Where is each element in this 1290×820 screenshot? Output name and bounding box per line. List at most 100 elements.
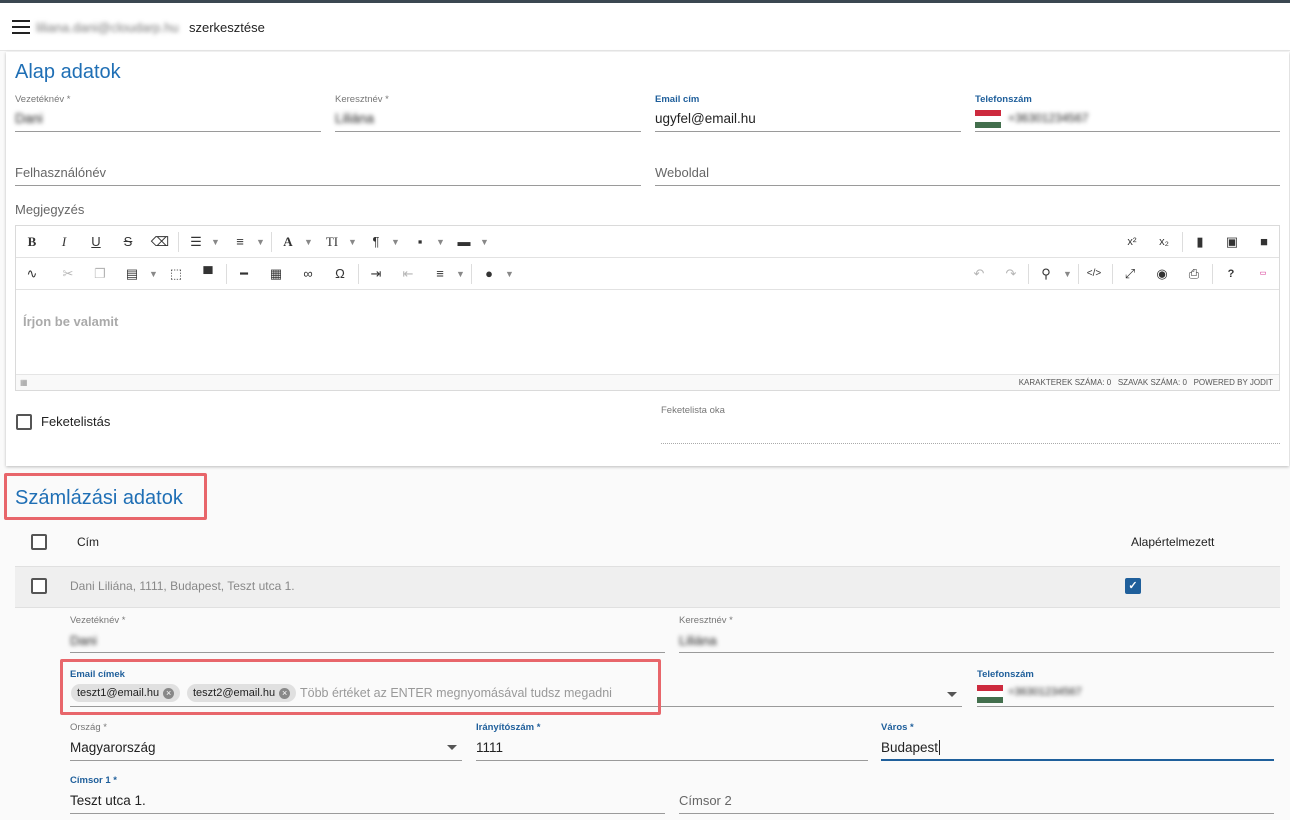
first-name-input[interactable]: Liliána bbox=[335, 111, 374, 126]
image-icon[interactable]: ▣ bbox=[1222, 234, 1242, 250]
country-underline bbox=[70, 760, 462, 761]
chevron-down-icon[interactable]: ▼ bbox=[456, 266, 465, 282]
billing-title: Számlázási adatok bbox=[15, 487, 183, 509]
email-input[interactable]: ugyfel@email.hu bbox=[655, 111, 756, 126]
hungary-flag-icon[interactable] bbox=[977, 685, 1003, 703]
column-header-default[interactable]: Alapértelmezett bbox=[1131, 535, 1214, 549]
address1-underline bbox=[70, 813, 665, 814]
print-icon[interactable]: ⎙ bbox=[1184, 266, 1204, 282]
file-icon[interactable]: ▮ bbox=[1190, 234, 1210, 250]
zip-input[interactable]: 1111 bbox=[476, 740, 503, 755]
paste-icon[interactable]: ▤ bbox=[122, 266, 142, 282]
billing-last-name-underline bbox=[70, 652, 665, 653]
last-name-input[interactable]: Dani bbox=[15, 111, 43, 126]
preview-icon[interactable]: ◉ bbox=[1152, 266, 1172, 282]
eraser-icon[interactable]: ⌫ bbox=[150, 234, 170, 250]
format-painter-icon[interactable]: ▀ bbox=[198, 266, 218, 282]
hungary-flag-icon[interactable] bbox=[975, 110, 1001, 128]
last-name-label: Vezetéknév * bbox=[15, 94, 71, 105]
chevron-down-icon[interactable]: ▼ bbox=[304, 234, 313, 250]
superscript-icon[interactable]: x² bbox=[1122, 234, 1142, 250]
billing-last-name-input[interactable]: Dani bbox=[70, 633, 97, 648]
billing-phone-label: Telefonszám bbox=[977, 669, 1034, 680]
subscript-icon[interactable]: x₂ bbox=[1154, 234, 1174, 250]
column-header-address[interactable]: Cím bbox=[77, 535, 99, 549]
billing-first-name-input[interactable]: Liliána bbox=[679, 633, 717, 648]
select-all-icon[interactable]: ⬚ bbox=[166, 266, 186, 282]
chevron-down-icon[interactable]: ▼ bbox=[348, 234, 357, 250]
blacklist-checkbox[interactable] bbox=[16, 414, 32, 430]
row-checkbox[interactable] bbox=[31, 578, 47, 594]
billing-last-name-label: Vezetéknév * bbox=[70, 615, 126, 626]
paragraph-icon[interactable]: ¶ bbox=[366, 234, 386, 250]
note-label: Megjegyzés bbox=[15, 202, 85, 217]
chevron-down-icon[interactable]: ▼ bbox=[149, 266, 158, 282]
blacklist-reason-input[interactable] bbox=[661, 443, 1280, 444]
fullscreen-icon[interactable]: ⤢ bbox=[1120, 266, 1140, 282]
website-input[interactable]: Weboldal bbox=[655, 165, 709, 180]
horizontal-line-icon[interactable]: ━ bbox=[234, 266, 254, 282]
help-icon[interactable]: ? bbox=[1221, 266, 1241, 282]
row-default-checkbox[interactable]: ✓ bbox=[1125, 578, 1141, 594]
address2-input[interactable]: Címsor 2 bbox=[679, 793, 732, 808]
source-code-icon[interactable]: </> bbox=[1084, 266, 1104, 282]
cut-icon[interactable]: ✂ bbox=[58, 266, 78, 282]
chevron-down-icon[interactable]: ▼ bbox=[505, 266, 514, 282]
font-icon[interactable]: A bbox=[278, 234, 298, 250]
username-input[interactable]: Felhasználónév bbox=[15, 165, 106, 180]
address1-label: Címsor 1 * bbox=[70, 775, 117, 786]
redo-icon[interactable]: ↷ bbox=[1001, 266, 1021, 282]
color-drop-icon[interactable]: ● bbox=[479, 266, 499, 282]
zip-label: Irányítószám * bbox=[476, 722, 541, 733]
select-all-checkbox[interactable] bbox=[31, 534, 47, 550]
char-count: KARAKTEREK SZÁMA: 0 bbox=[1018, 378, 1112, 387]
emails-highlight bbox=[60, 659, 661, 715]
username-underline bbox=[15, 185, 641, 186]
italic-icon[interactable]: I bbox=[54, 234, 74, 250]
city-input[interactable]: Budapest bbox=[881, 740, 941, 755]
chevron-down-icon[interactable]: ▼ bbox=[480, 234, 489, 250]
underline-icon[interactable]: U bbox=[86, 234, 106, 250]
menu-icon[interactable] bbox=[12, 20, 30, 34]
last-name-underline bbox=[15, 131, 321, 132]
chevron-down-icon[interactable]: ▼ bbox=[436, 234, 445, 250]
table-icon[interactable]: ▦ bbox=[266, 266, 286, 282]
billing-phone-input[interactable]: +36301234567 bbox=[1008, 686, 1082, 698]
video-icon[interactable]: ■ bbox=[1254, 234, 1274, 250]
classes-icon[interactable]: ▪ bbox=[410, 234, 430, 250]
chevron-down-icon[interactable]: ▼ bbox=[391, 234, 400, 250]
about-icon[interactable]: ▭ bbox=[1253, 266, 1273, 282]
strikethrough-icon[interactable]: S bbox=[118, 234, 138, 250]
chevron-down-icon[interactable]: ▼ bbox=[256, 234, 265, 250]
city-underline bbox=[881, 759, 1274, 761]
row-address: Dani Liliána, 1111, Budapest, Teszt utca… bbox=[70, 579, 295, 593]
bullet-list-icon[interactable]: ☰ bbox=[186, 234, 206, 250]
address1-input[interactable]: Teszt utca 1. bbox=[70, 793, 146, 808]
font-size-icon[interactable]: TI bbox=[322, 234, 342, 250]
spellcheck-icon[interactable]: ∿ bbox=[22, 266, 42, 282]
address2-underline bbox=[679, 813, 1274, 814]
indent-icon[interactable]: ⇥ bbox=[366, 266, 386, 282]
link-icon[interactable]: ∞ bbox=[298, 266, 318, 282]
special-char-icon[interactable]: Ω bbox=[330, 266, 350, 282]
email-underline bbox=[655, 131, 961, 132]
copy-icon[interactable]: ❐ bbox=[90, 266, 110, 282]
align-icon[interactable]: ≡ bbox=[430, 266, 450, 282]
country-label: Ország * bbox=[70, 722, 107, 733]
phone-input[interactable]: +36301234567 bbox=[1008, 111, 1088, 125]
emails-dropdown-icon[interactable] bbox=[947, 692, 957, 697]
rich-text-editor: B I U S ⌫ ☰ ▼ ≡ ▼ A ▼ TI ▼ ¶ ▼ ▪ ▼ ▬ ▼ x² x₂ ▮ … bbox=[15, 225, 1280, 391]
numbered-list-icon[interactable]: ≡ bbox=[230, 234, 250, 250]
top-bar: liliana.dani@cloudarp.hu szerkesztése bbox=[0, 0, 1290, 51]
undo-icon[interactable]: ↶ bbox=[969, 266, 989, 282]
table-layout-icon[interactable]: ▬ bbox=[454, 234, 474, 250]
bold-icon[interactable]: B bbox=[22, 234, 42, 250]
city-label: Város * bbox=[881, 722, 914, 733]
search-icon[interactable]: ⚲ bbox=[1036, 266, 1056, 282]
outdent-icon[interactable]: ⇤ bbox=[398, 266, 418, 282]
chevron-down-icon[interactable]: ▼ bbox=[1063, 266, 1072, 282]
country-select[interactable]: Magyarország bbox=[70, 740, 156, 755]
chevron-down-icon[interactable]: ▼ bbox=[211, 234, 220, 250]
editor-content-placeholder[interactable]: Írjon be valamit bbox=[23, 314, 118, 329]
country-dropdown-icon[interactable] bbox=[447, 745, 457, 750]
